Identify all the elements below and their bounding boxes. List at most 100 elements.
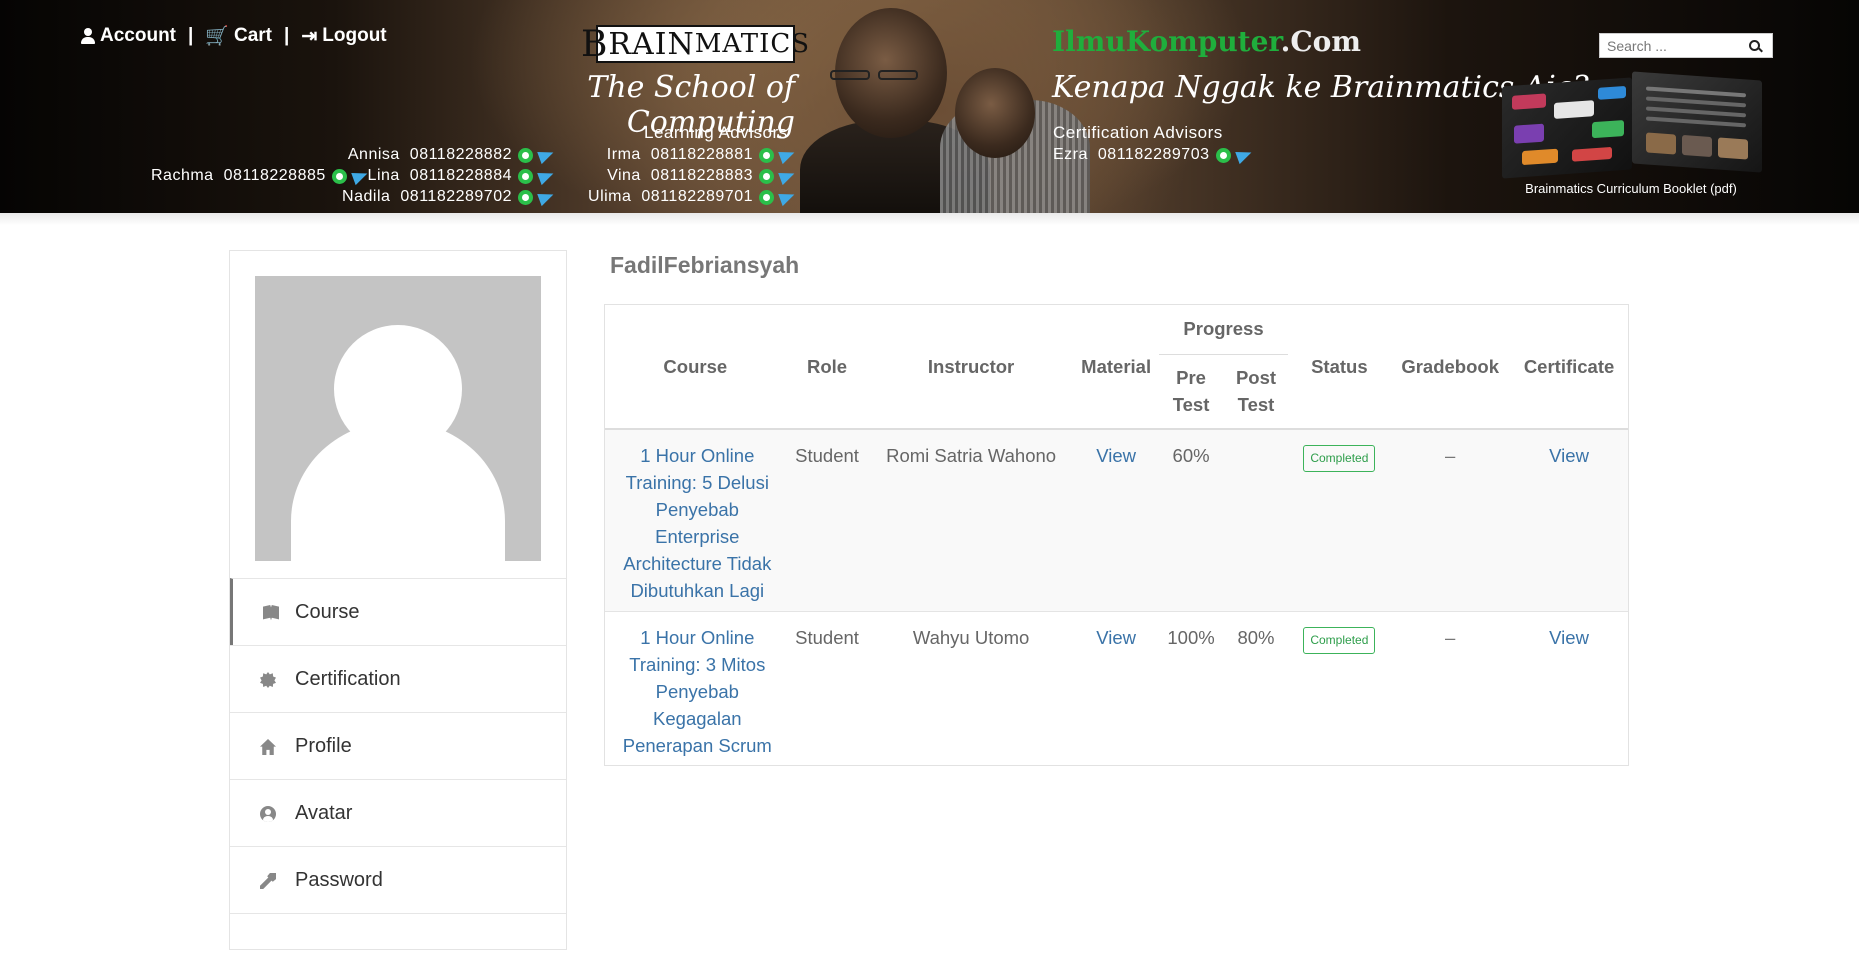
gradebook-cell: – — [1445, 626, 1456, 648]
search-box — [1599, 33, 1773, 58]
telegram-icon[interactable] — [1234, 146, 1254, 164]
table-row: 1 Hour Online Training: 3 Mitos Penyebab… — [605, 611, 1628, 765]
whatsapp-icon[interactable] — [331, 168, 347, 184]
account-link[interactable]: Account — [80, 25, 176, 47]
home-icon — [260, 739, 276, 755]
advisor-name: Ezra — [1053, 146, 1088, 163]
col-header-certificate: Certificate — [1510, 305, 1628, 430]
brainmatics-logo[interactable]: B RAIN MATICS — [581, 24, 809, 65]
whatsapp-icon[interactable] — [759, 168, 774, 184]
pre-test-cell: 60% — [1158, 429, 1224, 611]
advisor-phone: 08118228883 — [650, 167, 753, 184]
sidebar-item-course[interactable]: Course — [230, 578, 566, 645]
col-header-pre-test: Pre Test — [1158, 354, 1224, 430]
sidebar-item-avatar[interactable]: Avatar — [230, 779, 566, 846]
col-header-instructor: Instructor — [868, 305, 1074, 430]
table-row: 1 Hour Online Training: 5 Delusi Penyeba… — [605, 429, 1628, 611]
booklet-caption[interactable]: Brainmatics Curriculum Booklet (pdf) — [1500, 181, 1762, 196]
course-table: Course Role Instructor Material Progress… — [604, 304, 1629, 766]
sidebar-item-label: Profile — [295, 734, 352, 757]
advisor-row: Lina 08118228884 — [367, 167, 556, 185]
status-badge: Completed — [1303, 626, 1376, 654]
logo-text-part: RAIN — [608, 26, 695, 62]
course-link[interactable]: 1 Hour Online Training: 3 Mitos Penyebab… — [623, 627, 772, 756]
account-label: Account — [100, 25, 176, 46]
ilmu-logo-part1: IlmuKomputer — [1052, 25, 1281, 58]
col-header-progress: Progress — [1158, 305, 1289, 355]
telegram-icon[interactable] — [537, 146, 556, 164]
sidebar-item-more[interactable] — [230, 913, 566, 980]
whatsapp-icon[interactable] — [518, 168, 533, 184]
advisor-row: Nadila 081182289702 — [342, 188, 556, 206]
advisor-row: Irma 08118228881 — [607, 146, 797, 164]
advisor-phone: 081182289702 — [400, 188, 512, 205]
whatsapp-icon[interactable] — [759, 189, 774, 205]
col-header-course: Course — [605, 305, 786, 430]
instructor-cell: Romi Satria Wahono — [868, 429, 1074, 611]
site-header: Account | 🛒 Cart | ⇥ Logout B RAIN MATICS … — [0, 0, 1859, 213]
certificate-view-link[interactable]: View — [1549, 627, 1589, 648]
profile-sidebar: Course Certification Profile Avatar Pass… — [229, 250, 567, 950]
mindmap-node — [1514, 123, 1544, 144]
advisor-name: Ulima — [588, 188, 632, 205]
booklet-photo — [1682, 134, 1712, 158]
advisor-row: Vina 08118228883 — [607, 167, 797, 185]
whatsapp-icon[interactable] — [759, 147, 774, 163]
nav-separator: | — [188, 25, 194, 46]
post-test-cell — [1223, 429, 1289, 611]
booklet-text-line — [1646, 96, 1746, 108]
sidebar-item-password[interactable]: Password — [230, 846, 566, 913]
role-cell: Student — [785, 429, 869, 611]
sidebar-item-certification[interactable]: Certification — [230, 645, 566, 712]
advisor-phone: 081182289701 — [641, 188, 753, 205]
telegram-icon[interactable] — [351, 167, 370, 185]
telegram-icon[interactable] — [537, 188, 556, 206]
pre-test-cell: 100% — [1167, 626, 1215, 648]
whatsapp-icon[interactable] — [1215, 147, 1231, 163]
instructor-cell: Wahyu Utomo — [912, 626, 1030, 648]
material-view-link[interactable]: View — [1096, 445, 1136, 466]
telegram-icon[interactable] — [778, 146, 797, 164]
course-link[interactable]: 1 Hour Online Training: 5 Delusi Penyeba… — [623, 445, 771, 601]
logout-link[interactable]: ⇥ Logout — [301, 25, 386, 48]
telegram-icon[interactable] — [778, 167, 797, 185]
advisor-name: Nadila — [342, 188, 391, 205]
whatsapp-icon[interactable] — [518, 147, 533, 163]
booklet-text-line — [1646, 86, 1746, 98]
search-input[interactable] — [1600, 34, 1745, 57]
header-photo-glasses — [878, 70, 918, 80]
book-icon — [263, 605, 279, 621]
nav-separator: | — [284, 25, 290, 46]
header-photo-person-head — [955, 68, 1035, 158]
mindmap-node — [1522, 148, 1558, 166]
search-icon[interactable] — [1749, 40, 1760, 51]
mindmap-node — [1572, 146, 1612, 162]
booklet-text-line — [1646, 106, 1746, 118]
advisor-name: Rachma — [151, 167, 214, 184]
whatsapp-icon[interactable] — [518, 189, 533, 205]
learning-advisors-title: Learning Advisors — [644, 123, 788, 142]
key-icon — [260, 873, 276, 889]
ilmukomputer-logo[interactable]: IlmuKomputer.Com — [1052, 25, 1361, 58]
advisor-name: Lina — [367, 167, 400, 184]
ilmu-logo-part2: .Com — [1280, 25, 1361, 58]
mindmap-node — [1512, 93, 1546, 110]
advisor-name: Annisa — [347, 146, 400, 163]
mindmap-node — [1598, 85, 1626, 100]
logo-cap-letter: B — [580, 23, 609, 65]
material-view-link[interactable]: View — [1096, 627, 1136, 648]
gradebook-cell: – — [1390, 429, 1511, 611]
telegram-icon[interactable] — [778, 188, 797, 206]
role-cell: Student — [795, 626, 859, 648]
curriculum-booklet-image[interactable] — [1502, 71, 1762, 179]
cart-label: Cart — [234, 25, 273, 46]
sidebar-item-profile[interactable]: Profile — [230, 712, 566, 779]
booklet-right-page — [1632, 71, 1762, 173]
cart-link[interactable]: 🛒 Cart — [205, 24, 272, 48]
header-divider — [0, 213, 1859, 225]
certificate-view-link[interactable]: View — [1549, 445, 1589, 466]
telegram-icon[interactable] — [537, 167, 556, 185]
logout-label: Logout — [322, 25, 387, 46]
cart-icon: 🛒 — [205, 26, 229, 47]
col-header-post-test: Post Test — [1223, 354, 1289, 430]
